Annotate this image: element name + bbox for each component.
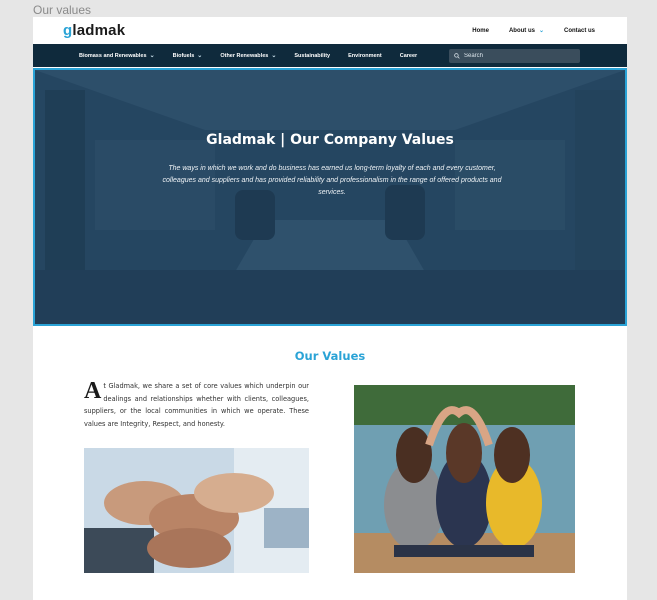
nav-item-environment[interactable]: Environment <box>348 53 382 59</box>
chevron-down-icon: ⌄ <box>271 53 277 59</box>
nav-item-label: Environment <box>348 52 382 59</box>
frame-label: Our values <box>33 3 92 17</box>
top-link-contact-us[interactable]: Contact us <box>564 27 595 34</box>
drop-cap: A <box>84 378 102 404</box>
search-input[interactable] <box>464 53 574 59</box>
top-link-label: About us <box>508 27 535 34</box>
logo[interactable]: gladmak <box>63 22 125 39</box>
nav-item-biomass-renewables[interactable]: Biomass and Renewables ⌄ <box>79 52 155 60</box>
page: gladmak Home About us ⌄ Contact us Biomas… <box>33 17 627 600</box>
nav-item-biofuels[interactable]: Biofuels ⌄ <box>172 52 203 60</box>
nav-item-other-renewables[interactable]: Other Renewables ⌄ <box>220 52 277 60</box>
top-header: gladmak Home About us ⌄ Contact us <box>33 17 627 44</box>
top-link-home[interactable]: Home <box>472 27 489 34</box>
top-link-label: Home <box>472 27 489 34</box>
nav-item-label: Other Renewables <box>220 52 269 59</box>
hero-title: Gladmak | Our Company Values <box>206 132 454 148</box>
nav-item-label: Biomass and Renewables <box>79 52 147 59</box>
joined-hands-illustration <box>84 448 309 573</box>
top-link-label: Contact us <box>563 27 595 34</box>
search-icon <box>454 53 460 59</box>
logo-text: ladmak <box>72 22 126 39</box>
top-links: Home About us ⌄ Contact us <box>472 27 595 35</box>
top-link-about-us[interactable]: About us ⌄ <box>508 27 544 35</box>
chevron-down-icon: ⌄ <box>538 28 544 34</box>
section-title: Our Values <box>294 349 366 363</box>
search-box[interactable] <box>449 49 580 63</box>
hero-subtitle: The ways in which we work and do busines… <box>162 165 502 196</box>
nav-item-career[interactable]: Career <box>400 53 417 59</box>
friends-lake-image <box>354 385 575 573</box>
nav-item-label: Career <box>399 52 418 59</box>
nav-items: Biomass and Renewables ⌄ Biofuels ⌄ Other … <box>79 44 435 67</box>
joined-hands-image <box>84 448 309 573</box>
chevron-down-icon: ⌄ <box>197 53 203 59</box>
values-intro-text: t Gladmak, we share a set of core values… <box>84 382 309 428</box>
values-intro: At Gladmak, we share a set of core value… <box>84 378 309 430</box>
main-nav: Biomass and Renewables ⌄ Biofuels ⌄ Other … <box>33 44 627 67</box>
nav-item-sustainability[interactable]: Sustainability <box>294 53 330 59</box>
hero-banner: Gladmak | Our Company Values The ways in… <box>33 68 627 326</box>
nav-item-label: Sustainability <box>294 52 331 59</box>
chevron-down-icon: ⌄ <box>149 53 155 59</box>
logo-accent-letter: g <box>63 22 73 39</box>
friends-lake-illustration <box>354 385 575 573</box>
nav-item-label: Biofuels <box>172 52 195 59</box>
